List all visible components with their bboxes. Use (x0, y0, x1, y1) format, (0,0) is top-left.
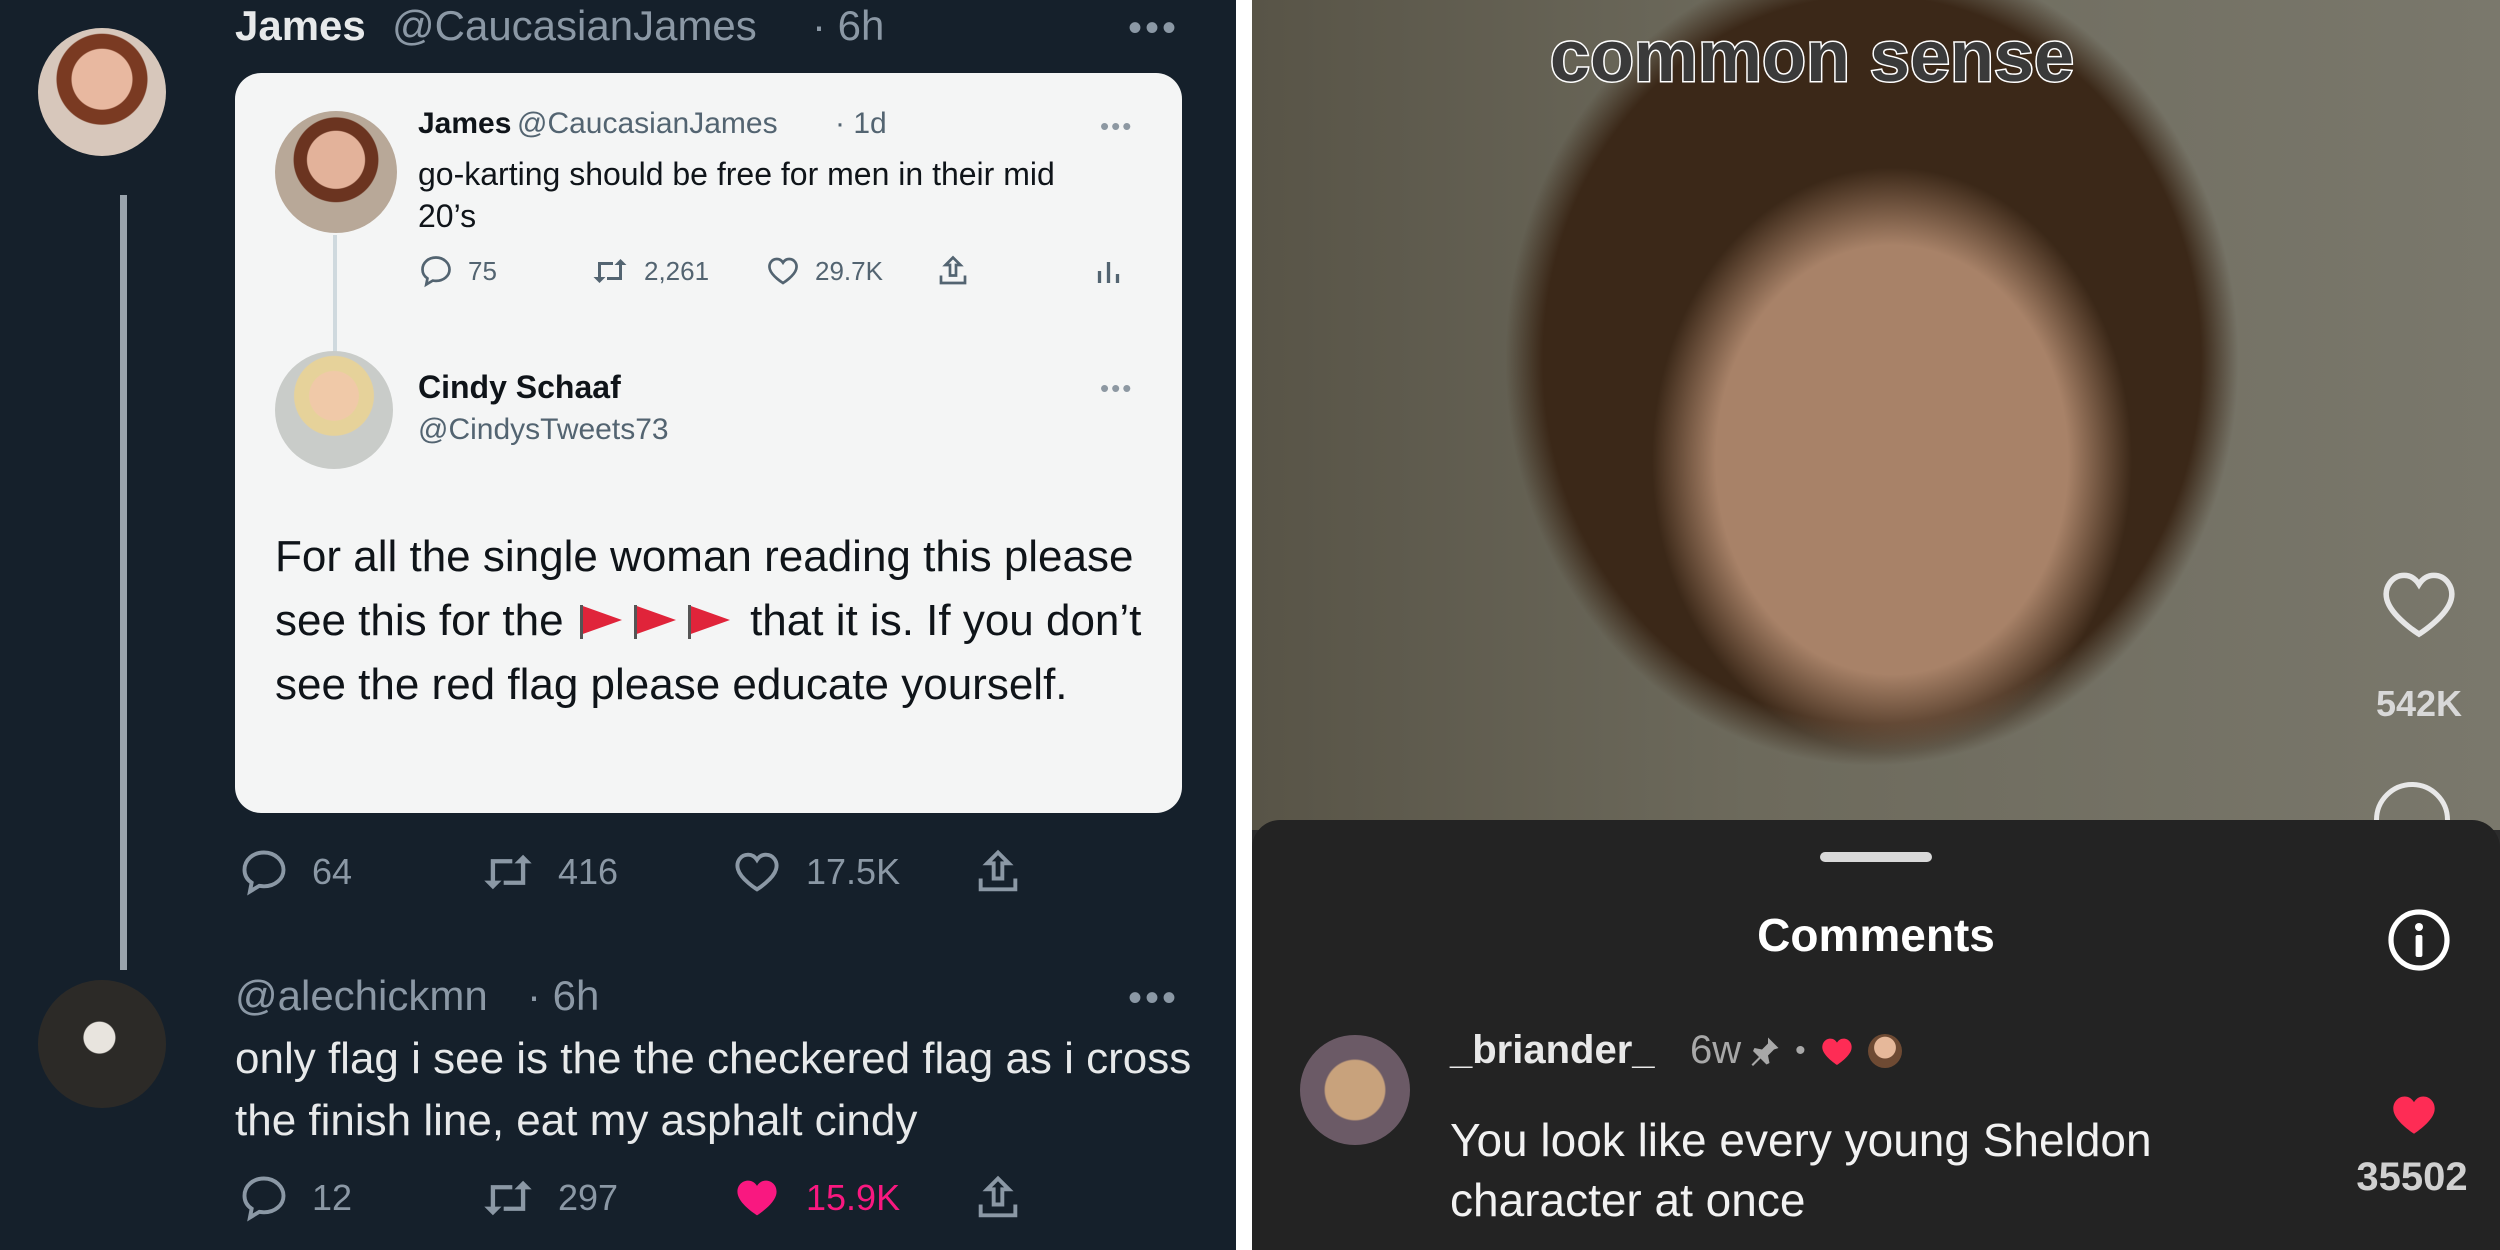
info-icon[interactable] (2387, 908, 2451, 977)
like-button[interactable]: 17.5K (730, 846, 900, 898)
reply-button[interactable]: 64 (238, 846, 352, 898)
tweet-author-handle[interactable]: @CaucasianJames (392, 2, 757, 50)
retweet-button[interactable]: 416 (480, 846, 618, 898)
video-like-count: 542K (2375, 683, 2463, 724)
share-icon (978, 849, 1018, 892)
reply-retweet-button[interactable]: 297 (480, 1172, 618, 1224)
reply-icon (421, 256, 451, 288)
heart-icon (768, 257, 798, 285)
video-like-button[interactable] (2364, 565, 2474, 646)
heart-filled-icon (737, 1180, 777, 1216)
creator-avatar-icon (1867, 1033, 1902, 1068)
reply-like-button[interactable]: 15.9K (730, 1172, 900, 1224)
reply-more-options-icon[interactable]: ••• (1128, 978, 1179, 1018)
share-icon (978, 1175, 1018, 1218)
comment-meta: 6w • (1690, 1028, 1902, 1073)
card-retweet-value: 2,261 (644, 255, 710, 286)
more-options-icon[interactable]: ••• (1128, 8, 1179, 48)
original-author-handle: @CaucasianJames (517, 107, 778, 140)
reply-author-avatar (275, 351, 393, 469)
creator-liked-heart-icon (1821, 1038, 1852, 1065)
card-analytics (1095, 253, 1139, 289)
card-reply-value: 75 (468, 255, 497, 286)
reply-icon (242, 1176, 286, 1222)
comment-like-count: 35502 (2356, 1155, 2468, 1199)
tweet-time: · 6h (812, 2, 885, 49)
original-author-name: James (418, 107, 512, 140)
card-retweet-count: 2,261 (590, 253, 709, 289)
share-icon (939, 255, 967, 285)
reply-reply-count: 12 (312, 1177, 353, 1218)
red-flag-icon (687, 605, 734, 639)
heart-filled-icon (2393, 1096, 2435, 1134)
card-like-count: 29.7K (765, 253, 883, 289)
retweet-count: 416 (558, 851, 619, 892)
commenter-avatar[interactable] (1300, 1035, 1410, 1145)
original-time: · 1d (835, 107, 887, 140)
commenter-username[interactable]: _briander_ (1450, 1028, 1655, 1073)
reply-author-name: Cindy Schaaf (418, 369, 621, 405)
card-like-value: 29.7K (815, 255, 883, 286)
heart-outline-icon (2383, 572, 2455, 638)
tweet-screenshot-card: James @CaucasianJames · 1d ••• go-kartin… (235, 73, 1182, 813)
red-flag-icon (579, 605, 626, 639)
video-caption-overlay: common sense (1548, 16, 2075, 99)
reply-count: 64 (312, 851, 353, 892)
reply-reply-button[interactable]: 12 (238, 1172, 352, 1224)
video-frame[interactable] (1252, 0, 2500, 830)
share-button[interactable] (972, 846, 1046, 898)
comments-title: Comments (1757, 909, 1995, 961)
original-author-avatar (275, 111, 397, 233)
pin-icon (1751, 1037, 1779, 1066)
comment-text: You look like every young Sheldon charac… (1450, 1114, 2152, 1226)
meta-dot: • (1795, 1033, 1806, 1067)
retweet-icon (484, 854, 532, 890)
comments-sheet: Comments _briander_ 6w • You look like e… (1252, 820, 2500, 1250)
heart-icon (735, 852, 779, 892)
reply-author-handle: @CindysTweets73 (418, 413, 669, 446)
analytics-icon (1097, 262, 1120, 283)
twitter-panel: James @CaucasianJames · 6h ••• James @Ca… (0, 0, 1236, 1250)
reply-more-icon: ••• (1100, 373, 1134, 403)
retweet-icon (484, 1180, 532, 1216)
thread-line (120, 195, 127, 970)
tweet-author-name[interactable]: James (235, 2, 366, 50)
card-share (935, 253, 985, 289)
reply-handle[interactable]: @alechickmn (235, 972, 488, 1020)
tiktok-panel: common sense 542K Comments _briander_ 6w… (1252, 0, 2500, 1250)
reply-time: · 6h (527, 972, 600, 1019)
james-avatar[interactable] (38, 28, 166, 156)
reply-like-count: 15.9K (806, 1177, 901, 1218)
reply-retweet-count: 297 (558, 1177, 619, 1218)
reply-tweet-text: For all the single woman reading this pl… (275, 525, 1155, 717)
red-flag-icon (633, 605, 680, 639)
like-count: 17.5K (806, 851, 901, 892)
reply-share-button[interactable] (972, 1172, 1046, 1224)
original-tweet-text: go-karting should be free for men in the… (418, 156, 1055, 234)
comment-time: 6w (1690, 1028, 1742, 1072)
reply-icon (242, 850, 286, 896)
reply-text: only flag i see is the the checkered fla… (235, 1034, 1192, 1145)
card-reply-count: 75 (418, 253, 497, 289)
alechickmn-avatar[interactable] (38, 980, 166, 1108)
comment-like-button[interactable] (2387, 1090, 2441, 1143)
card-more-icon: ••• (1100, 111, 1134, 141)
retweet-icon (593, 259, 627, 283)
sheet-drag-handle[interactable] (1820, 852, 1932, 862)
